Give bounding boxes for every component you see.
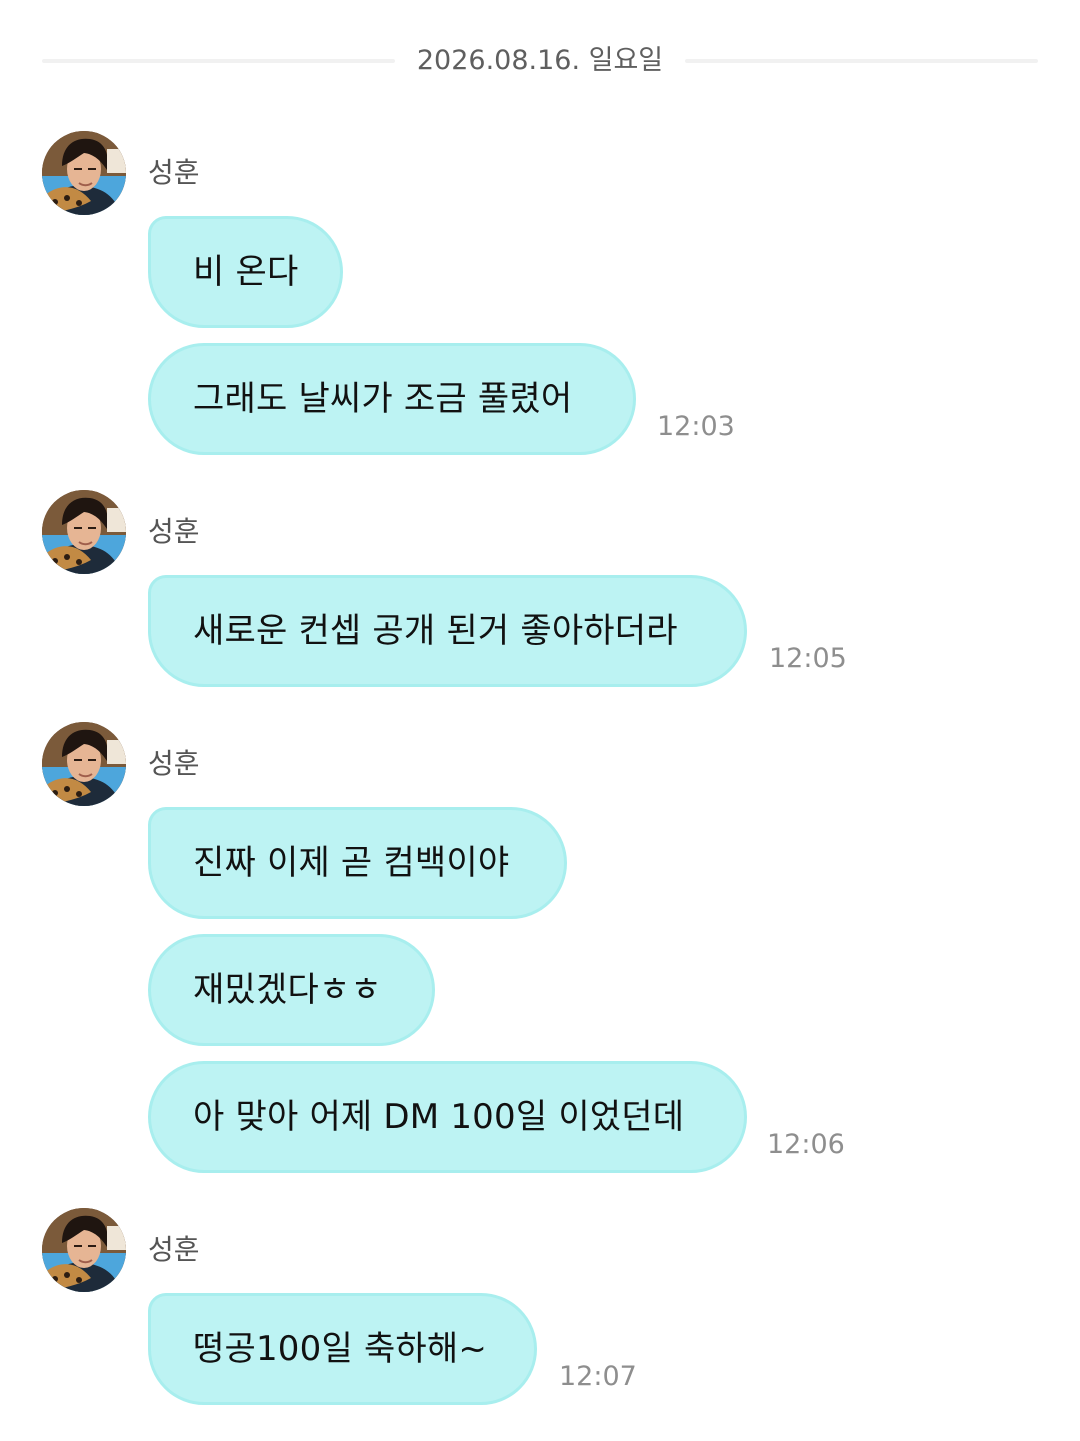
sender-name: 성훈: [148, 515, 200, 548]
avatar-photo-icon: [42, 1208, 126, 1292]
avatar-photo-icon: [42, 490, 126, 574]
message-timestamp: 12:07: [559, 1361, 637, 1392]
sender-avatar[interactable]: [42, 1208, 126, 1292]
message-timestamp: 12:05: [769, 643, 847, 674]
chat-message-bubble[interactable]: 재밌겠다ㅎㅎ: [148, 934, 435, 1046]
sender-name: 성훈: [148, 156, 200, 189]
sender-avatar[interactable]: [42, 131, 126, 215]
message-timestamp: 12:03: [657, 411, 735, 442]
sender-avatar[interactable]: [42, 722, 126, 806]
date-divider-line-right: [685, 59, 1038, 63]
sender-avatar[interactable]: [42, 490, 126, 574]
avatar-photo-icon: [42, 131, 126, 215]
chat-message-bubble[interactable]: 진짜 이제 곧 컴백이야: [148, 807, 567, 919]
message-timestamp: 12:06: [767, 1129, 845, 1160]
chat-message-bubble[interactable]: 아 맞아 어제 DM 100일 이었던데: [148, 1061, 747, 1173]
avatar-photo-icon: [42, 722, 126, 806]
chat-message-bubble[interactable]: 그래도 날씨가 조금 풀렸어: [148, 343, 636, 455]
chat-message-bubble[interactable]: 새로운 컨셉 공개 된거 좋아하더라: [148, 575, 747, 687]
date-divider-line-left: [42, 59, 395, 63]
chat-message-bubble[interactable]: 떵공100일 축하해~: [148, 1293, 537, 1405]
date-divider: 2026.08.16. 일요일: [42, 40, 1038, 82]
chat-message-bubble[interactable]: 비 온다: [148, 216, 343, 328]
sender-name: 성훈: [148, 747, 200, 780]
date-divider-label: 2026.08.16. 일요일: [416, 45, 664, 76]
sender-name: 성훈: [148, 1233, 200, 1266]
